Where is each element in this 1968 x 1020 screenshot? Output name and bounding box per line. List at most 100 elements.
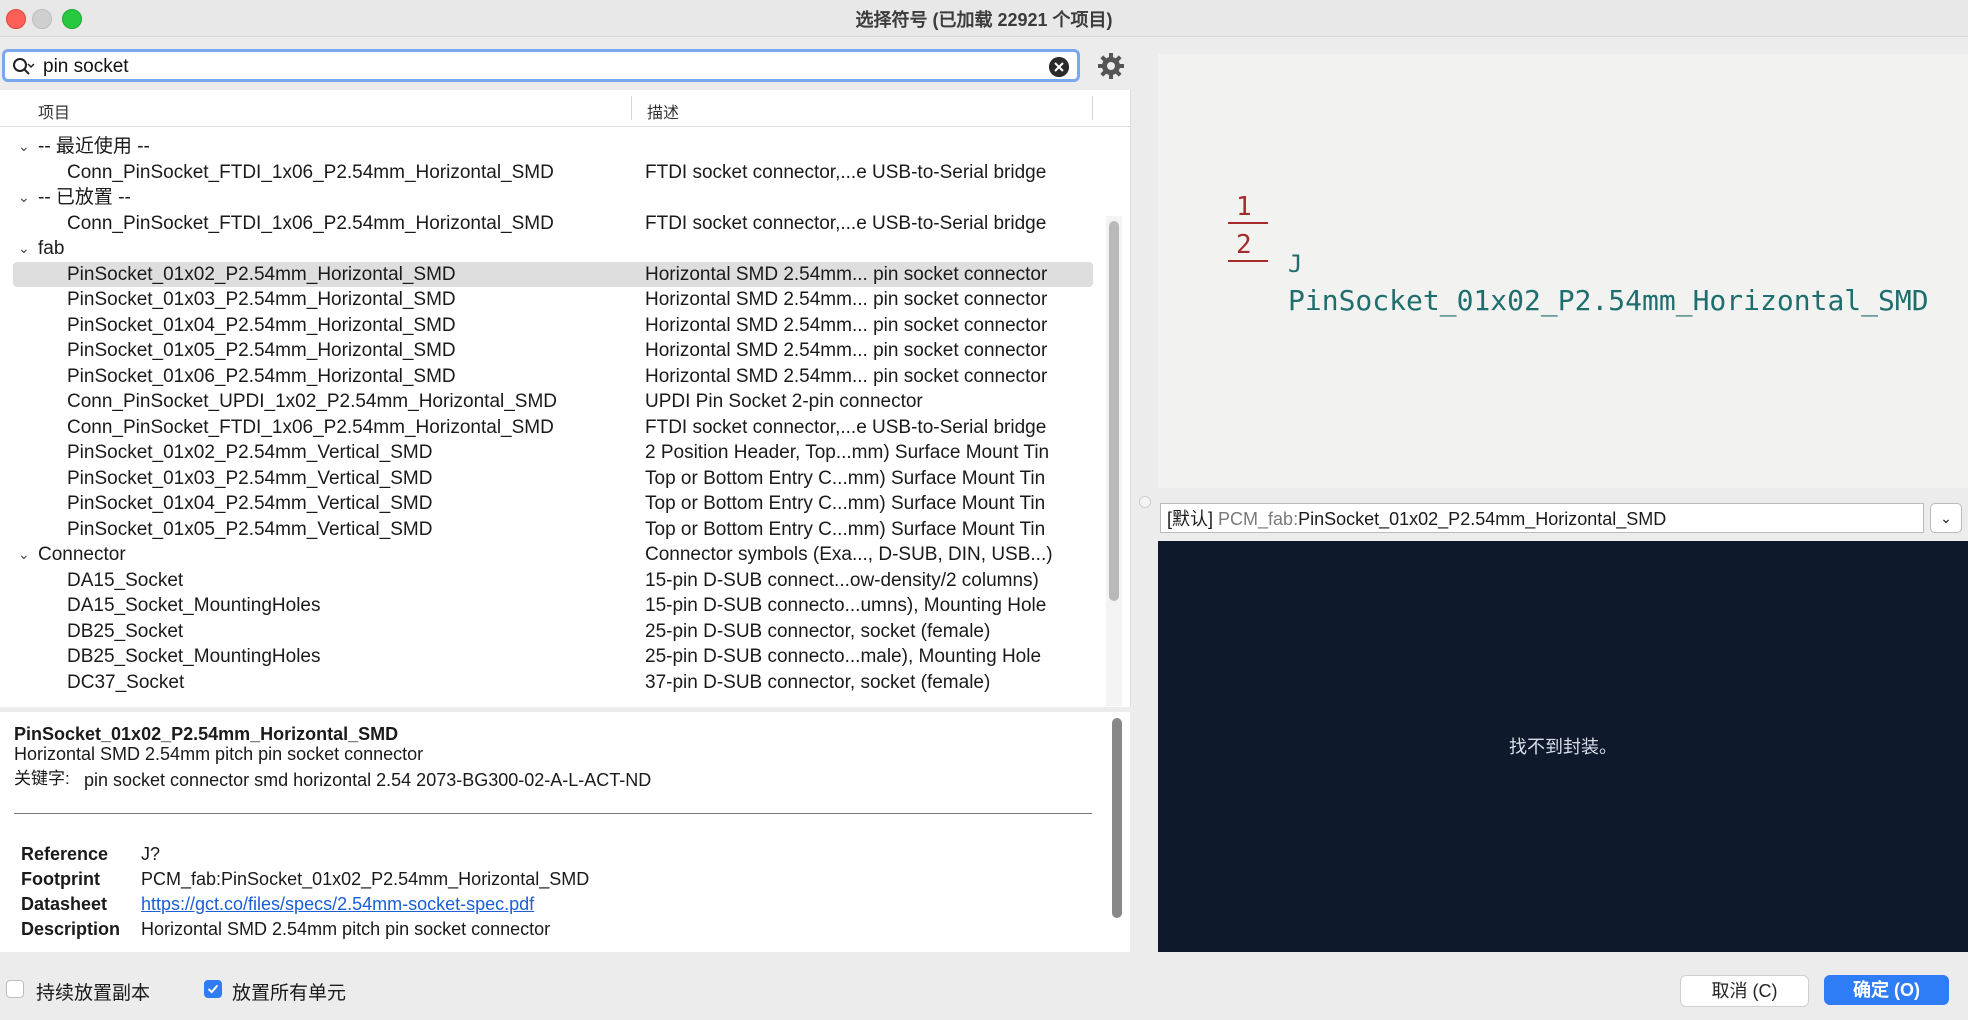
row-description: 25-pin D-SUB connecto...male), Mounting … [645,646,1042,667]
row-description: Top or Bottom Entry C...mm) Surface Moun… [645,493,1046,514]
tree-item-row[interactable]: PinSocket_01x05_P2.54mm_Vertical_SMD Top … [0,517,1096,543]
chevron-down-icon[interactable]: ⌄ [18,134,30,160]
column-description-header[interactable]: 描述 [647,99,679,123]
tree-item-row[interactable]: PinSocket_01x06_P2.54mm_Horizontal_SMD Ho… [0,364,1096,390]
row-name: DA15_Socket_MountingHoles [67,595,321,616]
field-label: Reference [21,844,109,864]
ok-button[interactable]: 确定 (O) [1824,975,1949,1005]
row-description: Horizontal SMD 2.54mm... pin socket conn… [645,289,1048,310]
footprint-select[interactable]: [默认] PCM_fab:PinSocket_01x02_P2.54mm_Hor… [1160,503,1924,533]
keep-copies-label[interactable]: 持续放置副本 [36,978,150,1005]
footprint-preview[interactable]: 找不到封装。 [1158,541,1968,952]
tree-group-row[interactable]: ⌄ -- 已放置 -- [0,185,1096,211]
place-all-units-label[interactable]: 放置所有单元 [232,978,346,1005]
row-name: -- 最近使用 -- [38,136,150,157]
row-name: PinSocket_01x03_P2.54mm_Horizontal_SMD [67,289,456,310]
row-name: Conn_PinSocket_FTDI_1x06_P2.54mm_Horizon… [67,212,554,234]
field-label: Footprint [21,869,100,889]
keep-copies-checkbox[interactable] [6,980,24,998]
search-input[interactable] [41,54,1045,80]
field-label: Datasheet [21,894,108,914]
chevron-down-icon[interactable]: ⌄ [18,542,30,568]
row-name: PinSocket_01x06_P2.54mm_Horizontal_SMD [67,365,456,387]
chevron-down-icon[interactable]: ⌄ [1930,503,1962,533]
tree-group-row[interactable]: ⌄ Connector Connector symbols (Exa..., D-S… [0,542,1096,568]
row-description: FTDI socket connector,...e USB-to-Serial… [645,416,1047,438]
pin-line [1228,222,1268,224]
field-label: Description [21,919,121,939]
datasheet-link[interactable]: https://gct.co/files/specs/2.54mm-socket… [141,894,534,915]
clear-search-icon[interactable] [1049,57,1069,77]
row-name: -- 已放置 -- [38,187,131,208]
field-value: J? [141,844,161,864]
tree-rows: ⌄ -- 最近使用 -- Conn_PinSocket_FTDI_1x06_P2.5… [0,134,1096,707]
tree-item-row[interactable]: DA15_Socket 15-pin D-SUB connect...ow-den… [0,568,1096,594]
tree-item-row[interactable]: PinSocket_01x03_P2.54mm_Horizontal_SMD Ho… [0,287,1096,313]
row-description: Horizontal SMD 2.54mm... pin socket conn… [645,365,1048,387]
field-value: PCM_fab:PinSocket_01x02_P2.54mm_Horizont… [141,869,590,889]
row-description: 15-pin D-SUB connecto...umns), Mounting … [645,595,1047,616]
footprint-library: PCM_fab: [1218,509,1299,529]
keywords-label: 关键字: [14,769,70,788]
window-title: 选择符号 (已加载 22921 个项目) [855,10,1113,30]
row-name: Conn_PinSocket_FTDI_1x06_P2.54mm_Horizon… [67,161,554,183]
tree-group-row[interactable]: ⌄ -- 最近使用 -- [0,134,1096,160]
splitter-handle[interactable] [1139,496,1151,508]
field-row-datasheet: Datasheet https://gct.co/files/specs/2.5… [21,894,534,915]
gear-icon[interactable] [1096,51,1126,81]
details-scrollbar[interactable] [1112,718,1122,918]
row-description: 25-pin D-SUB connector, socket (female) [645,620,991,642]
row-description: Horizontal SMD 2.54mm... pin socket conn… [645,263,1048,285]
row-name: fab [38,238,65,259]
chevron-down-icon[interactable]: ⌄ [18,185,30,211]
tree-item-row[interactable]: Conn_PinSocket_FTDI_1x06_P2.54mm_Horizon… [0,211,1096,237]
tree-item-row[interactable]: PinSocket_01x04_P2.54mm_Horizontal_SMD Ho… [0,313,1096,339]
place-all-units-checkbox[interactable] [204,980,222,998]
search-icon[interactable] [11,56,35,78]
row-name: DB25_Socket [67,620,184,642]
row-description: UPDI Pin Socket 2-pin connector [645,391,923,412]
tree-item-row[interactable]: DC37_Socket 37-pin D-SUB connector, socke… [0,670,1096,696]
tree-item-row[interactable]: Conn_PinSocket_UPDI_1x02_P2.54mm_Horizon… [0,389,1096,415]
row-name: Conn_PinSocket_UPDI_1x02_P2.54mm_Horizon… [67,391,558,412]
detail-divider [14,813,1092,814]
search-box[interactable] [2,49,1080,82]
tree-item-row[interactable]: PinSocket_01x02_P2.54mm_Horizontal_SMD Ho… [13,261,1093,287]
tree-item-row[interactable]: Conn_PinSocket_FTDI_1x06_P2.54mm_Horizon… [0,415,1096,441]
tree-item-row[interactable]: DB25_Socket_MountingHoles 25-pin D-SUB co… [0,644,1096,670]
tree-item-row[interactable]: PinSocket_01x03_P2.54mm_Vertical_SMD Top … [0,466,1096,492]
checkmark-icon [207,984,219,994]
tree-scrollbar[interactable] [1109,221,1119,601]
symbol-value: PinSocket_01x02_P2.54mm_Horizontal_SMD [1288,284,1929,317]
symbol-tree: 项目 描述 ⌄ -- 最近使用 -- Conn_PinSocket_FTDI_1x0… [0,90,1131,707]
row-description: Top or Bottom Entry C...mm) Surface Moun… [645,467,1046,489]
row-description: FTDI socket connector,...e USB-to-Serial… [645,212,1047,234]
row-description: 2 Position Header, Top...mm) Surface Mou… [645,442,1050,463]
symbol-details: PinSocket_01x02_P2.54mm_Horizontal_SMD H… [0,712,1130,952]
no-footprint-message: 找不到封装。 [1509,737,1617,757]
column-item-header[interactable]: 项目 [38,99,70,123]
cancel-button[interactable]: 取消 (C) [1680,975,1809,1007]
tree-item-row[interactable]: DA15_Socket_MountingHoles 15-pin D-SUB co… [0,593,1096,619]
field-row-description: Description Horizontal SMD 2.54mm pitch … [21,919,550,940]
tree-item-row[interactable]: PinSocket_01x05_P2.54mm_Horizontal_SMD Ho… [0,338,1096,364]
field-value: Horizontal SMD 2.54mm pitch pin socket c… [141,919,551,939]
footprint-name: PinSocket_01x02_P2.54mm_Horizontal_SMD [1298,509,1667,529]
row-description: 37-pin D-SUB connector, socket (female) [645,671,991,693]
row-name: DC37_Socket [67,671,185,693]
row-name: PinSocket_01x02_P2.54mm_Horizontal_SMD [67,263,456,285]
tree-item-row[interactable]: PinSocket_01x04_P2.54mm_Vertical_SMD Top … [0,491,1096,517]
column-divider[interactable] [1092,96,1093,120]
tree-group-row[interactable]: ⌄ fab [0,236,1096,262]
tree-item-row[interactable]: Conn_PinSocket_FTDI_1x06_P2.54mm_Horizon… [0,160,1096,186]
tree-item-row[interactable]: PinSocket_01x02_P2.54mm_Vertical_SMD 2 Po… [0,440,1096,466]
column-divider[interactable] [631,96,632,120]
symbol-preview[interactable]: 1 2 J PinSocket_01x02_P2.54mm_Horizontal… [1158,54,1968,488]
row-description: Top or Bottom Entry C...mm) Surface Moun… [645,518,1046,540]
row-name: DB25_Socket_MountingHoles [67,646,321,667]
chevron-down-icon[interactable]: ⌄ [18,236,30,262]
column-header: 项目 描述 [0,90,1130,127]
pin-line [1228,260,1268,262]
tree-item-row[interactable]: DB25_Socket 25-pin D-SUB connector, socke… [0,619,1096,645]
row-name: DA15_Socket [67,569,184,591]
